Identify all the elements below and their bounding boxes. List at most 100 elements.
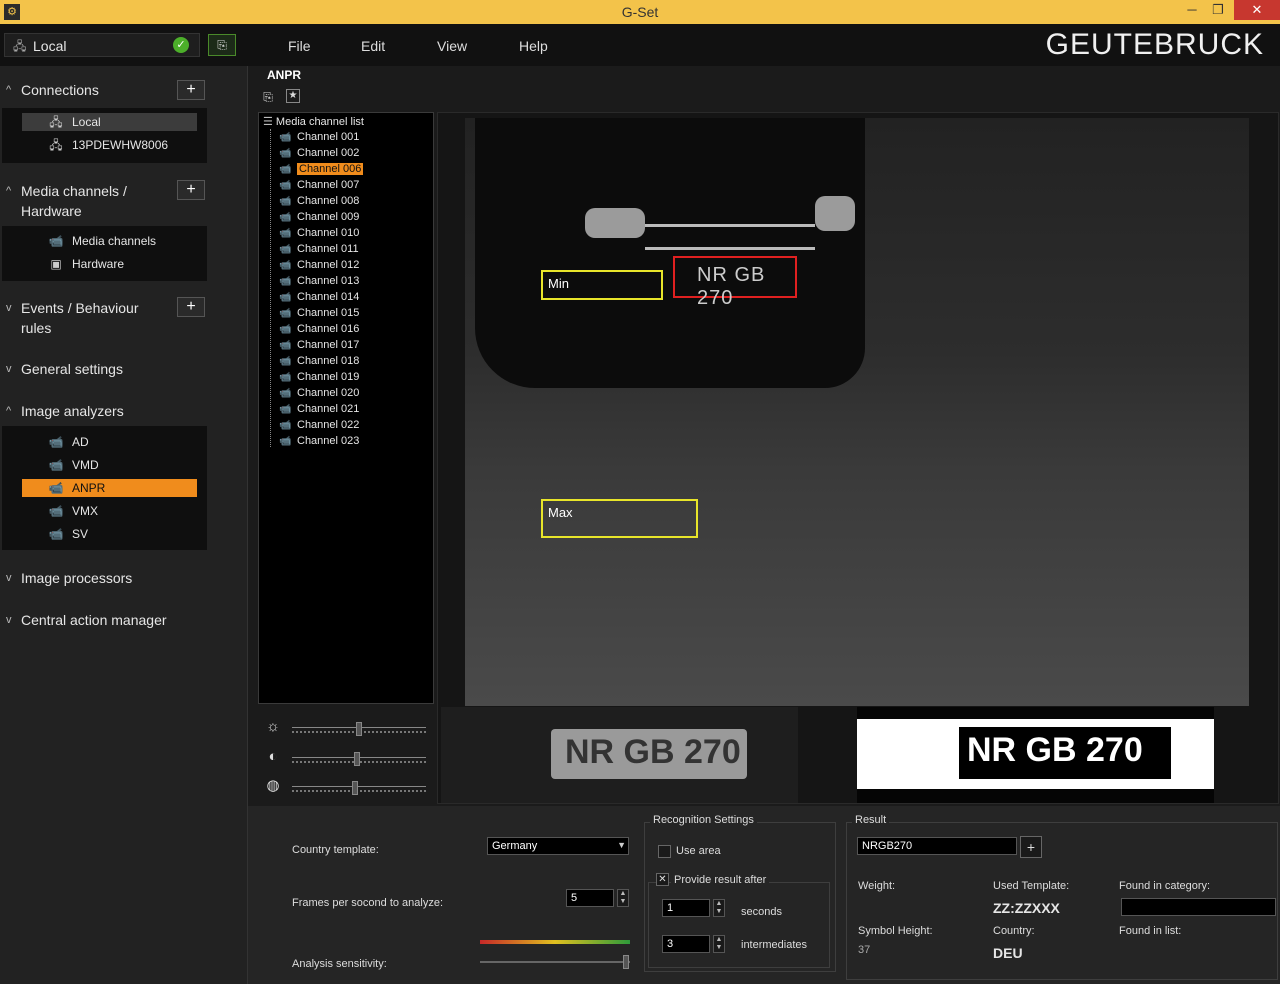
add-event-button[interactable]: + — [177, 297, 205, 317]
slider-thumb[interactable] — [623, 955, 629, 969]
camera-icon: 📹 — [279, 388, 292, 399]
provide-result-group — [648, 882, 830, 968]
channel-label: Channel 021 — [297, 403, 360, 415]
connection-selector[interactable]: 🖧 Local ✓ — [4, 33, 200, 57]
channel-item[interactable]: 📹 Channel 018 — [279, 355, 359, 369]
camera-icon: 📹 — [279, 180, 292, 191]
menu-edit[interactable]: Edit — [361, 38, 385, 54]
network-icon: 🖧 — [49, 115, 63, 129]
menu-view[interactable]: View — [437, 38, 467, 54]
plate-thumbnail-gray: NR GB 270 — [441, 707, 798, 803]
channel-item[interactable]: 📹 Channel 010 — [279, 227, 359, 241]
channel-item[interactable]: 📹 Channel 013 — [279, 275, 359, 289]
section-central-action-manager[interactable]: v Central action manager — [0, 610, 248, 632]
analyzer-item-ad[interactable]: 📹 AD — [22, 433, 197, 451]
country-value: DEU — [993, 945, 1023, 961]
channel-item[interactable]: 📹 Channel 002 — [279, 147, 359, 161]
gamma-slider[interactable] — [292, 781, 426, 795]
channel-item[interactable]: 📹 Channel 015 — [279, 307, 359, 321]
intermediates-input[interactable]: 3 — [662, 935, 710, 953]
channel-item[interactable]: 📹 Channel 006 — [279, 163, 364, 177]
channel-item[interactable]: 📹 Channel 020 — [279, 387, 359, 401]
save-config-button[interactable]: ⎘ — [208, 34, 236, 56]
camera-icon: 📹 — [279, 292, 292, 303]
star-icon[interactable]: ★ — [286, 89, 300, 103]
provide-result-checkbox[interactable]: ✕ — [656, 873, 669, 886]
channel-item[interactable]: 📹 Channel 008 — [279, 195, 359, 209]
analyzer-item-anpr[interactable]: 📹 ANPR — [22, 479, 197, 497]
seconds-input[interactable]: 1 — [662, 899, 710, 917]
sensitivity-slider[interactable] — [480, 955, 630, 969]
chevron-down-icon: ▼ — [617, 840, 626, 850]
analyzer-item-sv[interactable]: 📹 SV — [22, 525, 197, 543]
brightness-icon: ☼ — [266, 718, 280, 735]
add-to-list-button[interactable]: + — [1020, 836, 1042, 858]
connection-item-remote[interactable]: 🖧 13PDEWHW8006 — [22, 136, 197, 154]
camera-icon: 📹 — [279, 404, 292, 415]
slider-thumb[interactable] — [352, 781, 358, 795]
fps-spinner[interactable]: ▲ ▼ — [617, 889, 629, 907]
connection-item-local[interactable]: 🖧 Local — [22, 113, 197, 131]
found-category-label: Found in category: — [1119, 880, 1211, 892]
channel-item[interactable]: 📹 Channel 021 — [279, 403, 359, 417]
seconds-label: seconds — [741, 906, 782, 918]
channel-item[interactable]: 📹 Channel 001 — [279, 131, 359, 145]
country-template-select[interactable]: Germany ▼ — [487, 837, 629, 855]
fps-input[interactable]: 5 — [566, 889, 614, 907]
close-button[interactable]: ✕ — [1234, 0, 1280, 20]
contrast-slider[interactable] — [292, 752, 426, 766]
section-image-processors[interactable]: v Image processors — [0, 568, 248, 590]
result-value: NRGB270 — [857, 837, 1017, 855]
media-item-channels[interactable]: 📹 Media channels — [22, 232, 197, 250]
found-category-field — [1121, 898, 1276, 916]
channel-item[interactable]: 📹 Channel 011 — [279, 243, 359, 257]
slider-thumb[interactable] — [356, 722, 362, 736]
slider-thumb[interactable] — [354, 752, 360, 766]
channel-item[interactable]: 📹 Channel 022 — [279, 419, 359, 433]
menu-file[interactable]: File — [288, 38, 311, 54]
copy-icon[interactable]: ⎘ — [260, 89, 276, 105]
use-area-checkbox[interactable] — [658, 845, 671, 858]
channel-item[interactable]: 📹 Channel 014 — [279, 291, 359, 305]
channel-item[interactable]: 📹 Channel 007 — [279, 179, 359, 193]
channel-label: Channel 006 — [297, 163, 364, 175]
camera-image[interactable]: Min NR GB 270 Max — [465, 118, 1249, 706]
camera-icon: 📹 — [279, 260, 292, 271]
channel-label: Channel 010 — [297, 227, 360, 239]
camera-icon: 📹 — [279, 324, 292, 335]
section-image-analyzers[interactable]: ^ Image analyzers — [0, 401, 248, 423]
add-media-button[interactable]: + — [177, 180, 205, 200]
plate-detection-box: NR GB 270 — [673, 256, 797, 309]
camera-icon: 📹 — [279, 420, 292, 431]
channel-item[interactable]: 📹 Channel 012 — [279, 259, 359, 273]
seconds-spinner[interactable]: ▲ ▼ — [713, 899, 725, 917]
camera-icon: 📹 — [279, 196, 292, 207]
channel-item[interactable]: 📹 Channel 019 — [279, 371, 359, 385]
channel-item[interactable]: 📹 Channel 016 — [279, 323, 359, 337]
list-icon: ☰ — [263, 116, 276, 128]
analyzer-item-vmd[interactable]: 📹 VMD — [22, 456, 197, 474]
channel-list-root[interactable]: ☰ Media channel list — [263, 115, 364, 128]
channel-label: Channel 008 — [297, 195, 360, 207]
max-size-box[interactable]: Max — [541, 499, 698, 538]
camera-icon: 📹 — [279, 276, 292, 287]
channel-label: Channel 015 — [297, 307, 360, 319]
channel-item[interactable]: 📹 Channel 009 — [279, 211, 359, 225]
intermediates-spinner[interactable]: ▲ ▼ — [713, 935, 725, 953]
section-connections[interactable]: ^ Connections — [0, 80, 248, 102]
channel-label: Channel 002 — [297, 147, 360, 159]
channel-label: Channel 001 — [297, 131, 360, 143]
section-events[interactable]: v Events / Behaviour rules — [0, 298, 248, 338]
section-media-channels[interactable]: ^ Media channels / Hardware — [0, 181, 248, 221]
maximize-button[interactable]: ❐ — [1204, 0, 1232, 20]
add-connection-button[interactable]: + — [177, 80, 205, 100]
menu-help[interactable]: Help — [519, 38, 548, 54]
channel-item[interactable]: 📹 Channel 023 — [279, 435, 359, 449]
analyzer-item-vmx[interactable]: 📹 VMX — [22, 502, 197, 520]
section-general-settings[interactable]: v General settings — [0, 359, 248, 381]
brightness-slider[interactable] — [292, 722, 426, 736]
min-size-box[interactable]: Min — [541, 270, 663, 300]
minimize-button[interactable]: ─ — [1178, 0, 1206, 20]
channel-item[interactable]: 📹 Channel 017 — [279, 339, 359, 353]
media-item-hardware[interactable]: ▣ Hardware — [22, 255, 197, 273]
